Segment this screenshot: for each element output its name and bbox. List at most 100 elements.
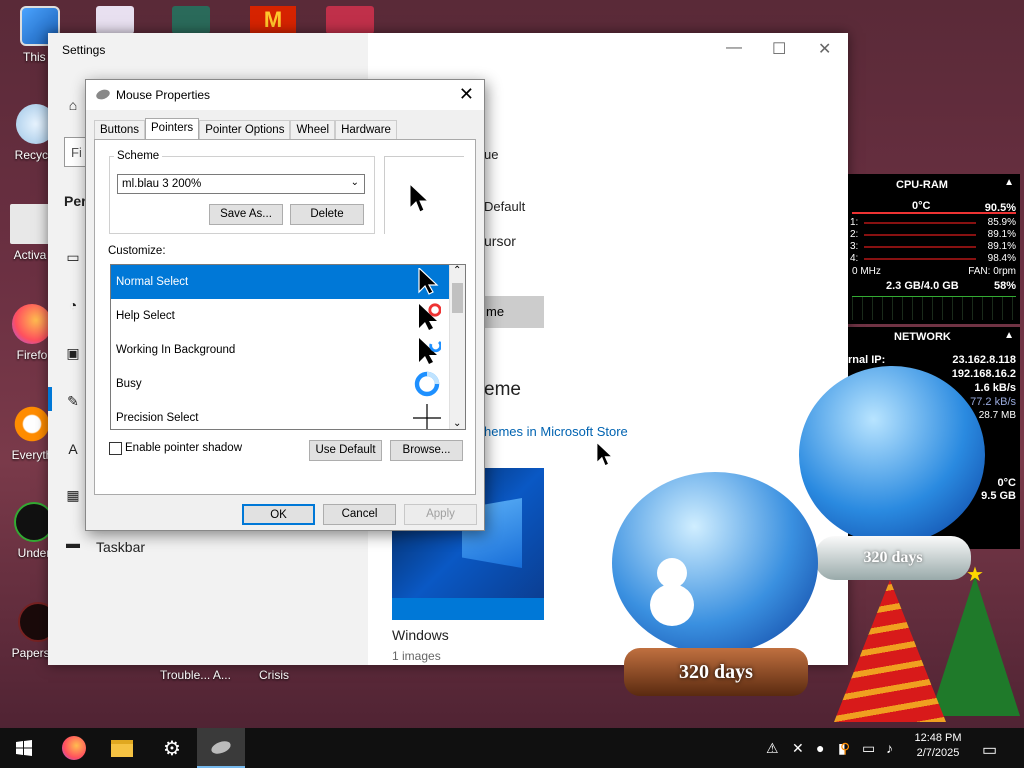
network-error-icon[interactable]: ✕ (792, 740, 804, 757)
delete-button[interactable]: Delete (290, 204, 364, 225)
arrow-cursor-icon (418, 268, 439, 295)
tab-buttons[interactable]: Buttons (94, 120, 145, 140)
tab-wheel[interactable]: Wheel (290, 120, 336, 140)
network-icon[interactable]: ▭ (862, 740, 875, 757)
firefox-icon (12, 304, 52, 344)
mouse-pointer-icon (597, 442, 613, 467)
clock-date: 2/7/2025 (916, 747, 960, 759)
list-item[interactable]: Precision Select (111, 401, 465, 429)
dialog-title: Mouse Properties (116, 88, 211, 102)
snow-globe-decoration: 320 days (795, 366, 991, 584)
security-center-icon[interactable]: ⚠ (766, 740, 779, 757)
mouse-properties-dialog: Mouse Properties ✕ Buttons Pointers Poin… (85, 79, 485, 531)
desktop-label-crisis: Crisis (259, 668, 289, 682)
use-default-button[interactable]: Use Default (309, 440, 382, 461)
start-icon[interactable]: ▦ (64, 487, 82, 505)
scroll-thumb[interactable] (452, 283, 463, 313)
cpu-fan: FAN: 0rpm (968, 266, 1016, 277)
core-id: 2: (850, 229, 859, 240)
list-scrollbar[interactable]: ⌃ ⌄ (449, 265, 465, 429)
nav-selected-indicator (48, 387, 52, 411)
folder-icon (111, 739, 133, 757)
core-id: 4: (850, 253, 859, 264)
fonts-icon[interactable]: A (64, 441, 82, 459)
maximize-icon[interactable]: ☐ (772, 39, 786, 59)
crosshair-cursor-icon (413, 404, 441, 429)
settings-fragment-cursor: ursor (484, 233, 516, 249)
taskbar-file-explorer[interactable] (98, 728, 146, 768)
microsoft-store-link[interactable]: hemes in Microsoft Store (484, 424, 628, 439)
taskbar-firefox[interactable] (50, 728, 98, 768)
tab-hardware[interactable]: Hardware (335, 120, 397, 140)
settings-title: Settings (62, 43, 106, 57)
dialog-tabs: Buttons Pointers Pointer Options Wheel H… (94, 118, 397, 140)
list-item[interactable]: Busy (111, 367, 465, 401)
start-button[interactable] (0, 728, 48, 768)
cpu-usage-bar (852, 212, 1016, 214)
core-value: 85.9% (987, 217, 1016, 228)
list-item-label: Precision Select (116, 412, 199, 424)
scheme-select[interactable]: ml.blau 3 200% ⌄ (117, 174, 365, 194)
working-cursor-icon (419, 338, 441, 364)
lock-screen-icon[interactable]: ▣ (64, 345, 82, 363)
nav-item-taskbar[interactable]: Taskbar (96, 539, 145, 555)
clock[interactable]: 12:48 PM 2/7/2025 (912, 732, 964, 759)
widget-title: CPU-RAM (896, 179, 948, 191)
list-item-label: Busy (116, 378, 142, 390)
theme-taskbar-strip (392, 598, 544, 620)
widget-close-icon[interactable]: ▲ (1004, 177, 1014, 188)
tab-pointer-options[interactable]: Pointer Options (199, 120, 291, 140)
internal-ip-label: rnal IP: (848, 354, 886, 366)
minimize-icon[interactable]: — (726, 39, 742, 57)
scroll-up-icon[interactable]: ⌃ (453, 265, 461, 276)
core-value: 98.4% (987, 253, 1016, 264)
desktop-icon-anime[interactable] (172, 6, 210, 34)
theme-name: Windows (392, 627, 449, 643)
themes-icon[interactable]: ✎ (64, 393, 82, 411)
everything-icon (12, 404, 52, 444)
list-item[interactable]: Help Select (111, 299, 465, 333)
taskbar-settings[interactable]: ⚙ (148, 728, 196, 768)
cancel-button[interactable]: Cancel (323, 504, 396, 525)
save-as-button[interactable]: Save As... (209, 204, 283, 225)
core-value: 89.1% (987, 241, 1016, 252)
dialog-close-icon[interactable]: ✕ (459, 84, 474, 105)
background-icon[interactable]: ▭ (64, 249, 82, 267)
clock-time: 12:48 PM (914, 732, 962, 744)
search-icon[interactable]: ⚲ (840, 740, 850, 757)
list-item-label: Help Select (116, 310, 175, 322)
home-icon[interactable]: ⌂ (64, 97, 82, 115)
globe-base: 320 days (624, 648, 808, 696)
desktop-icon-game[interactable] (326, 6, 374, 34)
desktop-icon-mcdonalds[interactable]: M (250, 6, 296, 34)
apply-button[interactable]: Apply (404, 504, 477, 525)
mouse-icon (209, 738, 233, 756)
ok-button[interactable]: OK (242, 504, 315, 525)
list-item[interactable]: Normal Select (111, 265, 465, 299)
pointer-shadow-checkbox[interactable] (109, 442, 122, 455)
settings-action-button[interactable]: me (484, 296, 544, 328)
notifications-icon[interactable]: ▭ (982, 740, 997, 760)
browse-button[interactable]: Browse... (390, 440, 463, 461)
drop-icon[interactable]: ● (816, 740, 824, 756)
taskbar-icon[interactable]: ▬ (64, 535, 82, 553)
chevron-down-icon: ⌄ (350, 177, 359, 188)
globe-glass (799, 366, 985, 544)
volume-icon[interactable]: ♪ (886, 740, 893, 756)
mouse-icon (94, 87, 112, 102)
cursor-list[interactable]: Normal Select Help Select Working In Bac… (110, 264, 466, 430)
tab-pointers[interactable]: Pointers (145, 118, 200, 140)
drive-temp: 0°C (997, 477, 1016, 489)
scroll-down-icon[interactable]: ⌄ (453, 418, 461, 429)
colors-icon[interactable]: ◔ (64, 297, 82, 315)
desktop-icon-app[interactable] (96, 6, 134, 34)
list-item[interactable]: Working In Background (111, 333, 465, 367)
close-icon[interactable]: ✕ (818, 39, 831, 59)
desktop-label-trouble: Trouble... A... (160, 668, 231, 682)
settings-fragment-default: Default (484, 199, 526, 214)
ram-percent: 58% (993, 280, 1016, 292)
taskbar-mouse-properties[interactable] (197, 728, 245, 768)
internal-ip: 23.162.8.118 (952, 354, 1016, 366)
arrow-cursor-icon (410, 184, 430, 213)
widget-collapse-icon[interactable]: ▲ (1004, 330, 1014, 341)
